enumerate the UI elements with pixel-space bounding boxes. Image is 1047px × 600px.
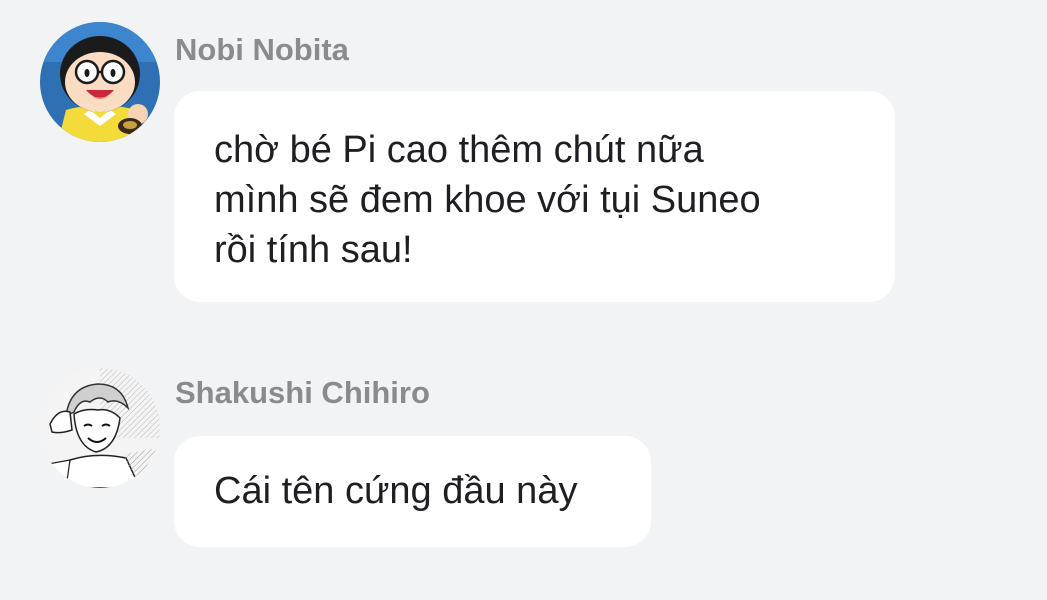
chat-thread: Nobi Nobita chờ bé Pi cao thêm chút nữa …: [0, 0, 1047, 600]
message-text-line: mình sẽ đem khoe với tụi Suneo: [214, 179, 761, 221]
sender-name[interactable]: Nobi Nobita: [175, 32, 349, 68]
message-text-line: rồi tính sau!: [214, 229, 413, 271]
manga-sketch-avatar-icon[interactable]: [40, 368, 160, 488]
message-item: Nobi Nobita chờ bé Pi cao thêm chút nữa …: [0, 0, 1047, 320]
message-bubble[interactable]: chờ bé Pi cao thêm chút nữa mình sẽ đem …: [174, 91, 895, 302]
message-text-line: Cái tên cứng đầu này: [214, 470, 578, 512]
sender-name[interactable]: Shakushi Chihiro: [175, 375, 430, 411]
message-item: Shakushi Chihiro Cái tên cứng đầu này: [0, 340, 1047, 600]
message-bubble[interactable]: Cái tên cứng đầu này: [174, 436, 651, 547]
message-text-line: chờ bé Pi cao thêm chút nữa: [214, 129, 704, 171]
nobita-avatar-icon[interactable]: [40, 22, 160, 142]
